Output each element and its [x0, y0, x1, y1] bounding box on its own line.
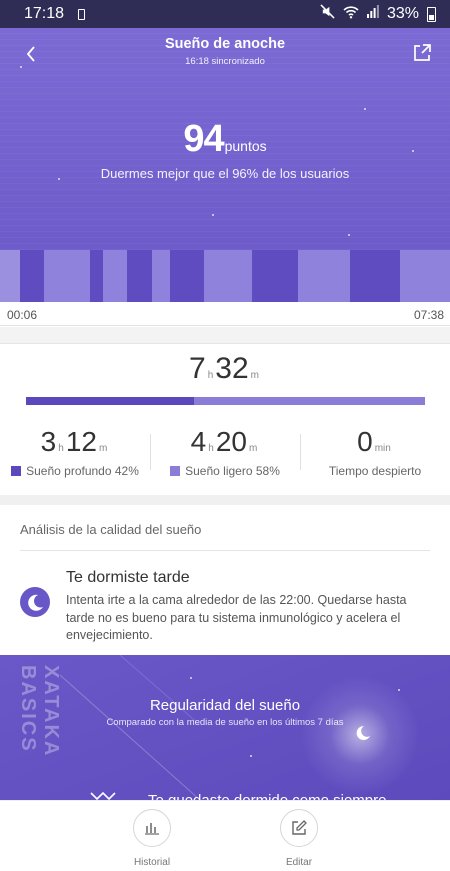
awake-value: 0 — [357, 426, 373, 457]
regularity-title: Regularidad del sueño — [149, 697, 301, 714]
battery-percent: 33% — [386, 5, 419, 22]
mute-icon — [320, 4, 335, 24]
section-divider — [0, 495, 450, 505]
share-button[interactable] — [410, 42, 434, 66]
deep-sleep-stat: 3 h12 m Sueño profundo 42% — [0, 426, 150, 486]
light-hours-unit: h — [208, 443, 214, 454]
deep-hours: 3 — [40, 426, 57, 457]
sleep-summary-hero: Sueño de anoche 16:18 sincronizado 94pun… — [0, 28, 450, 302]
score-description: Duermes mejor que el 96% de los usuarios — [100, 166, 350, 181]
light-sleep-swatch — [170, 466, 181, 476]
tip-title: Te dormiste tarde — [66, 569, 190, 586]
header: Sueño de anoche 16:18 sincronizado — [0, 36, 450, 67]
awake-stat: 0 min Tiempo despierto — [300, 426, 450, 486]
notification-icon — [78, 8, 86, 20]
regularity-subtitle: Comparado con la media de sueño en los ú… — [106, 717, 344, 728]
edit-label: Editar — [285, 857, 313, 868]
total-sleep-duration: 7 h32 m — [0, 352, 450, 386]
bar-chart-icon — [145, 823, 159, 835]
total-hours-unit: h — [207, 370, 214, 381]
moon-icon — [20, 587, 50, 617]
battery-icon — [427, 6, 436, 22]
history-button[interactable]: Historial — [107, 809, 197, 868]
sync-status: 16:18 sincronizado — [185, 56, 265, 67]
analysis-heading: Análisis de la calidad del sueño — [20, 522, 202, 537]
wifi-icon — [343, 5, 359, 24]
light-minutes: 20 — [215, 426, 247, 457]
deep-sleep-bar — [26, 397, 194, 405]
deep-hours-unit: h — [58, 443, 64, 454]
sleep-timeline[interactable] — [0, 250, 450, 302]
status-bar: 17:18 33% — [0, 0, 450, 28]
watermark: XATAKA BASICS — [17, 665, 62, 757]
light-hours: 4 — [190, 426, 207, 457]
status-time: 17:18 — [24, 5, 65, 22]
deep-minutes: 12 — [65, 426, 97, 457]
page-title: Sueño de anoche — [164, 36, 286, 52]
sleep-end-time: 07:38 — [413, 308, 444, 322]
awake-unit: min — [374, 443, 391, 454]
bottom-navigation: Historial Editar — [0, 800, 450, 871]
share-icon — [414, 44, 431, 61]
timeline-axis: 00:06 07:38 — [0, 302, 450, 326]
sleep-start-time: 00:06 — [7, 308, 38, 322]
score-value: 94 — [183, 118, 224, 160]
sleep-score: 94puntos — [0, 118, 450, 161]
divider — [20, 550, 430, 551]
light-sleep-label: Sueño ligero 58% — [185, 464, 280, 478]
total-hours: 7 — [189, 352, 206, 385]
sleep-breakdown: 3 h12 m Sueño profundo 42% 4 h20 m Sueño lig… — [0, 426, 450, 486]
light-sleep-bar — [194, 397, 425, 405]
sleep-tip-card[interactable]: Te dormiste tarde Intenta irte a la cama… — [0, 565, 450, 645]
score-unit: puntos — [224, 138, 267, 154]
edit-icon — [292, 820, 307, 835]
total-minutes-unit: m — [250, 370, 259, 381]
light-sleep-stat: 4 h20 m Sueño ligero 58% — [150, 426, 300, 486]
awake-label: Tiempo despierto — [328, 464, 422, 478]
total-minutes: 32 — [215, 352, 249, 385]
deep-sleep-swatch — [11, 466, 22, 476]
light-minutes-unit: m — [248, 443, 258, 454]
tip-text: Intenta irte a la cama alrededor de las … — [66, 593, 407, 642]
sleep-ratio-bar — [26, 397, 425, 405]
sleep-regularity-card[interactable]: XATAKA BASICS Regularidad del sueño Comp… — [0, 655, 450, 800]
sleeping-eyes-icon — [90, 791, 116, 800]
history-label: Historial — [133, 857, 171, 868]
section-divider — [0, 327, 450, 344]
signal-icon — [366, 5, 379, 23]
deep-minutes-unit: m — [98, 443, 108, 454]
deep-sleep-label: Sueño profundo 42% — [26, 464, 139, 478]
edit-button[interactable]: Editar — [254, 809, 344, 868]
regularity-text: Te quedaste dormido como siempre — [148, 792, 386, 800]
